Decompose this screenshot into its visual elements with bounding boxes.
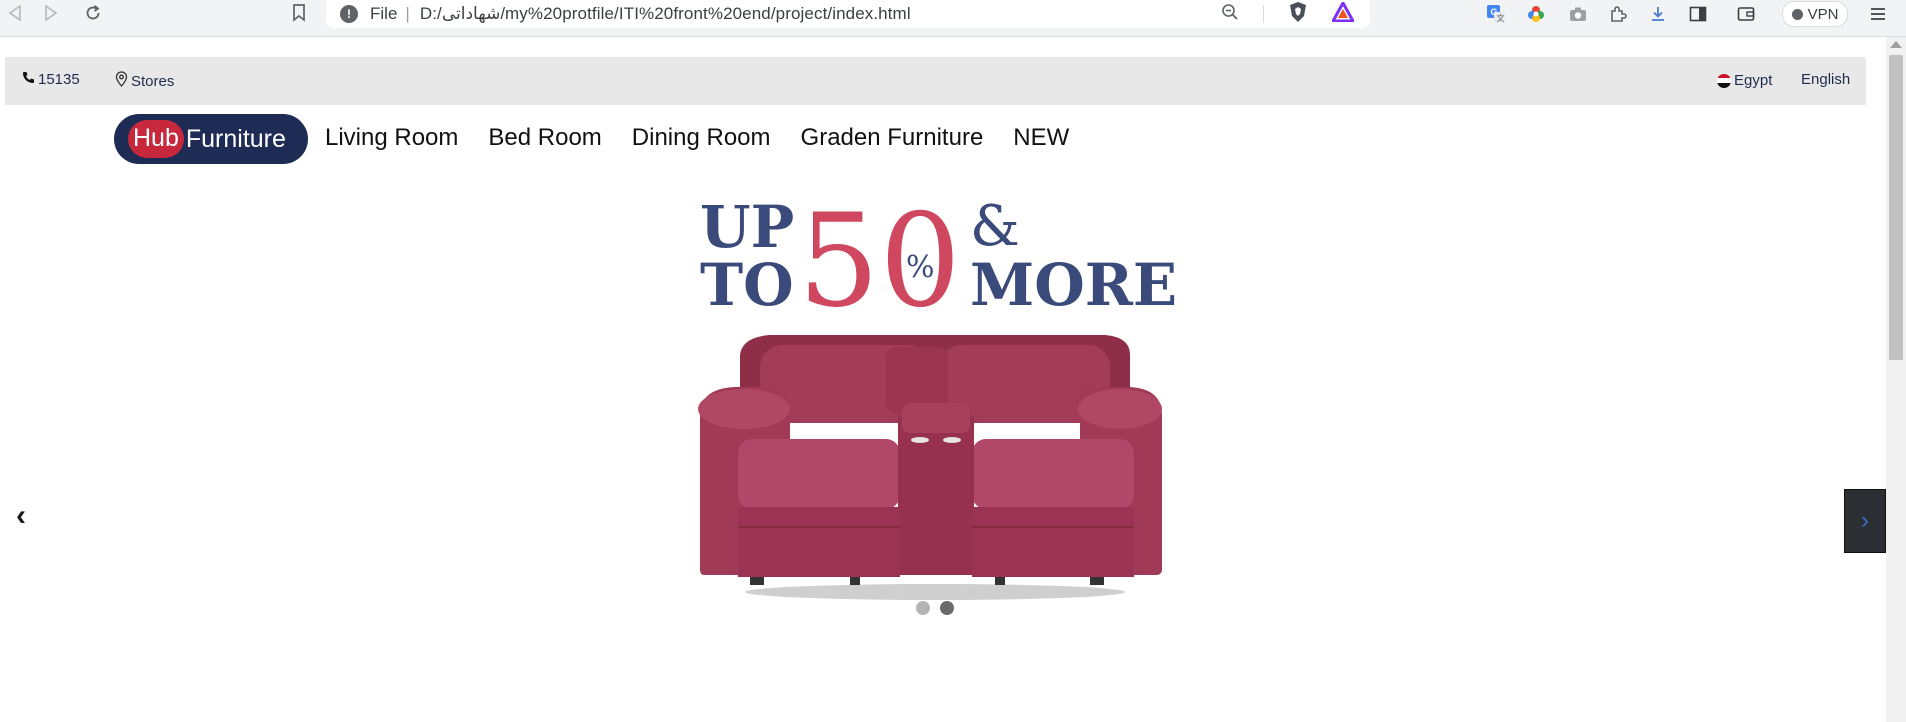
egypt-flag-icon	[1717, 73, 1731, 88]
promo-to: TO	[700, 251, 794, 319]
vpn-status-icon	[1791, 8, 1803, 20]
brave-rewards-icon[interactable]	[1330, 0, 1356, 27]
brand-furniture: Furniture	[185, 124, 286, 153]
menu-icon[interactable]	[1866, 2, 1890, 26]
scrollbar-thumb[interactable]	[1889, 55, 1903, 360]
brave-shield-icon[interactable]	[1288, 1, 1308, 28]
promo-more: MORE	[970, 251, 1177, 319]
site-info-icon[interactable]: !	[340, 5, 358, 23]
stores-label: Stores	[131, 72, 175, 90]
vertical-scrollbar[interactable]	[1886, 37, 1906, 722]
carousel-prev-button[interactable]: ‹	[16, 499, 26, 533]
carousel-indicators	[916, 601, 954, 615]
phone-number: 15135	[38, 71, 80, 88]
zoom-out-icon[interactable]	[1221, 3, 1239, 26]
url-text[interactable]: D:/شهاداتى/my%20protfile/ITI%20front%20e…	[420, 4, 911, 24]
main-nav: Living Room Bed Room Dining Room Graden …	[325, 124, 1069, 152]
browser-toolbar: ! File | D:/شهاداتى/my%20protfile/ITI%20…	[0, 0, 1906, 37]
download-icon[interactable]	[1646, 2, 1670, 26]
carousel-next-button[interactable]: ›	[1844, 489, 1886, 553]
color-picker-icon[interactable]	[1524, 2, 1548, 26]
country-selector[interactable]: Egypt	[1717, 72, 1772, 89]
back-icon[interactable]	[4, 2, 26, 24]
vpn-label: VPN	[1807, 5, 1839, 23]
promo-percent: %	[906, 250, 935, 285]
phone-link[interactable]: 15135	[22, 71, 80, 88]
promo-fifty: 50	[798, 187, 961, 336]
url-separator: |	[405, 4, 410, 23]
url-scheme: File	[370, 4, 398, 23]
forward-icon[interactable]	[40, 2, 62, 24]
sidebar-icon[interactable]	[1686, 2, 1710, 26]
address-bar[interactable]: ! File | D:/شهاداتى/my%20protfile/ITI%20…	[326, 0, 1370, 28]
nav-garden-furniture[interactable]: Graden Furniture	[801, 124, 984, 152]
sofa-image	[698, 335, 1162, 600]
carousel-dot-active[interactable]	[940, 601, 954, 615]
camera-icon[interactable]	[1566, 2, 1590, 26]
brand-logo[interactable]: Hub Furniture	[114, 114, 308, 164]
hero-slide: UP TO 50 % & MORE	[690, 177, 1180, 607]
bookmark-icon[interactable]	[288, 2, 310, 24]
phone-icon	[22, 71, 35, 88]
promo-amp: &	[970, 194, 1020, 259]
chevron-right-icon: ›	[1861, 507, 1869, 534]
reload-icon[interactable]	[82, 2, 104, 24]
stores-link[interactable]: Stores	[115, 71, 174, 91]
vpn-button[interactable]: VPN	[1782, 1, 1848, 27]
page-viewport: 15135 Stores Egypt English Hub Furniture…	[0, 37, 1886, 722]
promo-banner: UP TO 50 % & MORE	[698, 187, 1177, 600]
nav-bed-room[interactable]: Bed Room	[488, 124, 601, 152]
nav-dining-room[interactable]: Dining Room	[632, 124, 771, 152]
location-pin-icon	[115, 71, 128, 91]
scroll-up-arrow-icon[interactable]	[1890, 41, 1902, 48]
country-label: Egypt	[1734, 72, 1773, 89]
brand-hub: Hub	[128, 120, 184, 158]
nav-new[interactable]: NEW	[1013, 124, 1069, 152]
divider	[1263, 5, 1264, 23]
extensions-icon[interactable]	[1606, 2, 1630, 26]
carousel-dot[interactable]	[916, 601, 930, 615]
translate-icon[interactable]: G文	[1484, 2, 1508, 26]
wallet-icon[interactable]	[1734, 2, 1758, 26]
language-selector[interactable]: English	[1801, 71, 1850, 88]
nav-living-room[interactable]: Living Room	[325, 124, 458, 152]
svg-text:文: 文	[1497, 13, 1505, 23]
top-info-bar: 15135 Stores Egypt English	[5, 57, 1866, 105]
language-label: English	[1801, 71, 1851, 88]
